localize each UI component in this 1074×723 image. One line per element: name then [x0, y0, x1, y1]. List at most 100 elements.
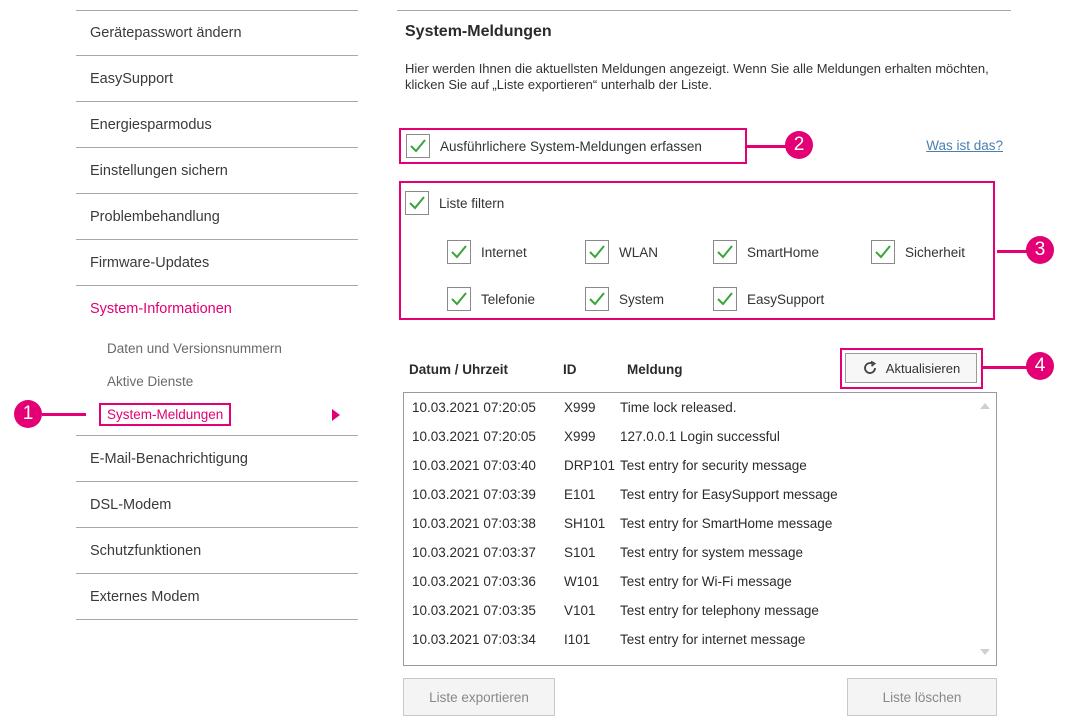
callout-marker-4: 4: [1026, 352, 1054, 380]
filter-security-checkbox[interactable]: [871, 240, 895, 264]
log-message: 127.0.0.1 Login successful: [620, 429, 780, 444]
log-id: V101: [564, 603, 596, 618]
filter-security-label: Sicherheit: [905, 244, 966, 260]
table-row: 10.03.2021 07:03:34 I101 Test entry for in…: [412, 632, 805, 647]
log-message: Test entry for security message: [620, 458, 807, 473]
page-title: System-Meldungen: [405, 23, 552, 40]
active-arrow-icon: [332, 409, 340, 421]
filter-internet-label: Internet: [481, 244, 527, 260]
log-message: Time lock released.: [620, 400, 737, 415]
filter-telephony-checkbox[interactable]: [447, 287, 471, 311]
log-id: S101: [564, 545, 596, 560]
log-id: SH101: [564, 516, 606, 531]
log-message: Test entry for internet message: [620, 632, 806, 647]
sidebar-item-backup-settings[interactable]: Einstellungen sichern: [76, 148, 358, 194]
filter-wlan-checkbox[interactable]: [585, 240, 609, 264]
sidebar-item-email-notification[interactable]: E-Mail-Benachrichtigung: [76, 436, 358, 482]
log-date: 10.03.2021 07:03:40: [412, 458, 536, 473]
table-row: 10.03.2021 07:03:39 E101 Test entry for Ea…: [412, 487, 838, 502]
filter-wlan-label: WLAN: [619, 244, 659, 260]
table-row: 10.03.2021 07:03:38 SH101 Test entry for S…: [412, 516, 832, 531]
main-panel: System-Meldungen Hier werden Ihnen die a…: [397, 10, 1011, 716]
log-id: X999: [564, 400, 596, 415]
log-date: 10.03.2021 07:03:36: [412, 574, 536, 589]
sidebar-item-system-information[interactable]: System-Informationen: [76, 286, 358, 332]
callout-marker-3: 3: [1026, 236, 1054, 264]
export-list-button[interactable]: Liste exportieren: [403, 678, 555, 716]
scroll-up-icon[interactable]: [980, 403, 990, 409]
log-date: 10.03.2021 07:03:35: [412, 603, 536, 618]
checkmark-icon: [409, 196, 425, 210]
log-date: 10.03.2021 07:20:05: [412, 400, 536, 415]
sidebar-item-easysupport[interactable]: EasySupport: [76, 56, 358, 102]
sidebar-item-energy-saving[interactable]: Energiesparmodus: [76, 102, 358, 148]
checkmark-icon: [451, 292, 467, 306]
sidebar-subitem-active-services[interactable]: Aktive Dienste: [76, 365, 358, 398]
clear-list-button[interactable]: Liste löschen: [847, 678, 997, 716]
message-log[interactable]: 10.03.2021 07:20:05 X999 Time lock release…: [403, 392, 997, 666]
callout-marker-1: 1: [14, 400, 42, 428]
filter-easysupport-label: EasySupport: [747, 291, 825, 307]
table-row: 10.03.2021 07:03:40 DRP101 Test entry for …: [412, 458, 807, 473]
log-message: Test entry for SmartHome message: [620, 516, 833, 531]
log-message: Test entry for telephony message: [620, 603, 819, 618]
checkmark-icon: [589, 245, 605, 259]
callout-marker-2: 2: [785, 131, 813, 159]
checkmark-icon: [717, 292, 733, 306]
table-row: 10.03.2021 07:03:36 W101 Test entry for Wi…: [412, 574, 792, 589]
filter-list-label: Liste filtern: [439, 195, 505, 211]
divider: [397, 10, 1011, 11]
callout-line-4: [983, 366, 1027, 369]
sidebar-item-firmware-updates[interactable]: Firmware-Updates: [76, 240, 358, 286]
filter-system-checkbox[interactable]: [585, 287, 609, 311]
sidebar-item-dsl-modem[interactable]: DSL-Modem: [76, 482, 358, 528]
what-is-this-link[interactable]: Was ist das?: [926, 138, 1003, 153]
refresh-icon: [863, 360, 876, 374]
log-id: X999: [564, 429, 596, 444]
log-message: Test entry for EasySupport message: [620, 487, 838, 502]
refresh-button[interactable]: Aktualisieren: [845, 353, 977, 383]
sidebar-submenu: Daten und Versionsnummern Aktive Dienste…: [76, 332, 358, 436]
sidebar-item-protection[interactable]: Schutzfunktionen: [76, 528, 358, 574]
sidebar-subitem-system-messages[interactable]: System-Meldungen: [76, 398, 358, 431]
table-row: 10.03.2021 07:20:05 X999 127.0.0.1 Login s…: [412, 429, 780, 444]
callout-line-3: [997, 250, 1027, 253]
checkmark-icon: [589, 292, 605, 306]
checkmark-icon: [875, 245, 891, 259]
column-header-date: Datum / Uhrzeit: [409, 362, 509, 377]
checkmark-icon: [717, 245, 733, 259]
table-row: 10.03.2021 07:03:37 S101 Test entry for sy…: [412, 545, 803, 560]
verbose-messages-option: Ausführlichere System-Meldungen erfassen: [399, 128, 747, 164]
sidebar-item-troubleshooting[interactable]: Problembehandlung: [76, 194, 358, 240]
sidebar-subitem-version-data[interactable]: Daten und Versionsnummern: [76, 332, 358, 365]
refresh-label: Aktualisieren: [885, 360, 961, 376]
sidebar-item-device-password[interactable]: Gerätepasswort ändern: [76, 10, 358, 56]
log-id: E101: [564, 487, 596, 502]
table-row: 10.03.2021 07:20:05 X999 Time lock release…: [412, 400, 737, 415]
sidebar-item-external-modem[interactable]: Externes Modem: [76, 574, 358, 620]
filter-list-checkbox[interactable]: [405, 191, 429, 215]
filter-system-label: System: [619, 291, 665, 307]
column-header-message: Meldung: [627, 362, 683, 377]
filter-telephony-label: Telefonie: [481, 291, 536, 307]
checkmark-icon: [451, 245, 467, 259]
verbose-label: Ausführlichere System-Meldungen erfassen: [440, 138, 702, 154]
filter-smarthome-label: SmartHome: [747, 244, 820, 260]
log-id: W101: [564, 574, 600, 589]
log-id: I101: [564, 632, 591, 647]
callout-line-1: [42, 413, 86, 416]
intro-text: Hier werden Ihnen die aktuellsten Meldun…: [405, 61, 989, 92]
filter-internet-checkbox[interactable]: [447, 240, 471, 264]
log-message: Test entry for Wi-Fi message: [620, 574, 792, 589]
log-id: DRP101: [564, 458, 616, 473]
filter-smarthome-checkbox[interactable]: [713, 240, 737, 264]
column-header-id: ID: [563, 362, 577, 377]
scroll-down-icon[interactable]: [980, 649, 990, 655]
log-date: 10.03.2021 07:03:39: [412, 487, 536, 502]
filter-easysupport-checkbox[interactable]: [713, 287, 737, 311]
filter-section: Liste filtern Internet WLAN SmartHome Si…: [399, 181, 995, 320]
log-date: 10.03.2021 07:03:34: [412, 632, 536, 647]
verbose-checkbox[interactable]: [406, 134, 430, 158]
log-date: 10.03.2021 07:20:05: [412, 429, 536, 444]
sidebar-subitem-label: System-Meldungen: [99, 403, 232, 426]
